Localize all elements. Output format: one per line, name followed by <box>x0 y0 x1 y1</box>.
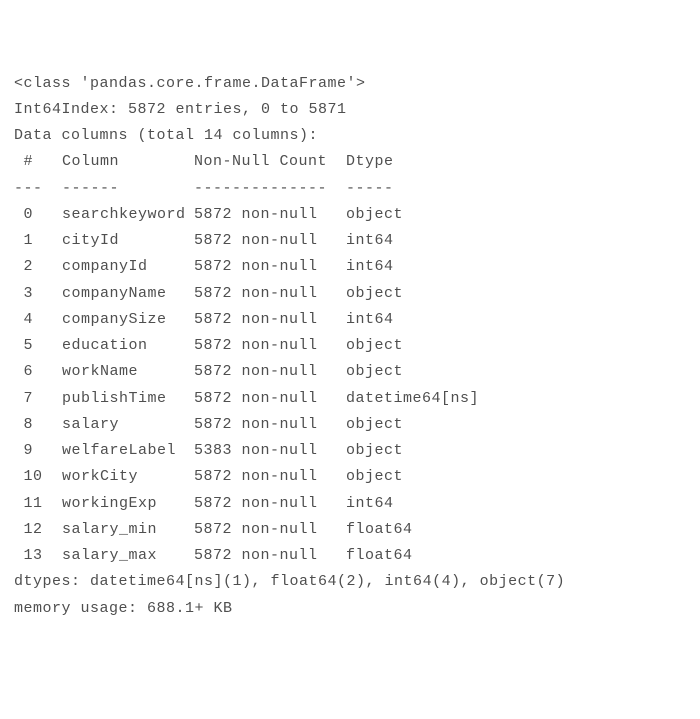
cell-idx: 7 <box>14 386 62 412</box>
cell-dt: object <box>346 359 403 385</box>
cell-col: welfareLabel <box>62 438 194 464</box>
cell-nn: 5872 non-null <box>194 386 346 412</box>
cell-idx: 5 <box>14 333 62 359</box>
column-rule-row: ---------------------------- <box>14 176 686 202</box>
table-row: 8 salary5872 non-nullobject <box>14 412 686 438</box>
cell-col: workCity <box>62 464 194 490</box>
cell-idx: 4 <box>14 307 62 333</box>
dtypes-line: dtypes: datetime64[ns](1), float64(2), i… <box>14 569 686 595</box>
cell-nn: 5872 non-null <box>194 412 346 438</box>
table-row: 6 workName5872 non-nullobject <box>14 359 686 385</box>
cell-dt: int64 <box>346 228 394 254</box>
cell-dt: int64 <box>346 254 394 280</box>
cell-idx: 1 <box>14 228 62 254</box>
cell-dt: object <box>346 281 403 307</box>
cell-nn: 5872 non-null <box>194 517 346 543</box>
cell-dt: int64 <box>346 491 394 517</box>
cell-dt: object <box>346 412 403 438</box>
cell-idx: 12 <box>14 517 62 543</box>
columns-line: Data columns (total 14 columns): <box>14 123 686 149</box>
rule-col: ------ <box>62 176 194 202</box>
cell-col: companyName <box>62 281 194 307</box>
cell-col: workingExp <box>62 491 194 517</box>
header-nn: Non-Null Count <box>194 149 346 175</box>
cell-dt: datetime64[ns] <box>346 386 479 412</box>
cell-nn: 5872 non-null <box>194 359 346 385</box>
cell-idx: 11 <box>14 491 62 517</box>
cell-idx: 0 <box>14 202 62 228</box>
cell-nn: 5872 non-null <box>194 333 346 359</box>
cell-dt: object <box>346 464 403 490</box>
cell-col: salary_min <box>62 517 194 543</box>
cell-col: salary <box>62 412 194 438</box>
cell-nn: 5872 non-null <box>194 464 346 490</box>
cell-col: workName <box>62 359 194 385</box>
cell-idx: 8 <box>14 412 62 438</box>
table-row: 10workCity5872 non-nullobject <box>14 464 686 490</box>
table-row: 11workingExp5872 non-nullint64 <box>14 491 686 517</box>
table-row: 5 education5872 non-nullobject <box>14 333 686 359</box>
cell-col: cityId <box>62 228 194 254</box>
cell-idx: 6 <box>14 359 62 385</box>
cell-col: education <box>62 333 194 359</box>
header-idx: # <box>14 149 62 175</box>
cell-dt: int64 <box>346 307 394 333</box>
table-row: 0 searchkeyword5872 non-nullobject <box>14 202 686 228</box>
memory-line: memory usage: 688.1+ KB <box>14 596 686 622</box>
cell-idx: 3 <box>14 281 62 307</box>
cell-col: companyId <box>62 254 194 280</box>
table-row: 9 welfareLabel5383 non-nullobject <box>14 438 686 464</box>
cell-dt: object <box>346 333 403 359</box>
cell-dt: float64 <box>346 543 413 569</box>
cell-nn: 5872 non-null <box>194 543 346 569</box>
table-row: 4 companySize5872 non-nullint64 <box>14 307 686 333</box>
cell-idx: 9 <box>14 438 62 464</box>
cell-nn: 5872 non-null <box>194 202 346 228</box>
rule-nn: -------------- <box>194 176 346 202</box>
cell-col: salary_max <box>62 543 194 569</box>
cell-nn: 5872 non-null <box>194 491 346 517</box>
table-row: 3 companyName5872 non-nullobject <box>14 281 686 307</box>
table-row: 13salary_max5872 non-nullfloat64 <box>14 543 686 569</box>
table-row: 1 cityId5872 non-nullint64 <box>14 228 686 254</box>
df-info-output: <class 'pandas.core.frame.DataFrame'>Int… <box>14 71 686 622</box>
rule-dt: ----- <box>346 176 394 202</box>
table-row: 2 companyId5872 non-nullint64 <box>14 254 686 280</box>
rule-idx: --- <box>14 176 62 202</box>
cell-nn: 5872 non-null <box>194 254 346 280</box>
cell-idx: 10 <box>14 464 62 490</box>
header-dt: Dtype <box>346 149 394 175</box>
header-col: Column <box>62 149 194 175</box>
cell-nn: 5872 non-null <box>194 307 346 333</box>
cell-idx: 2 <box>14 254 62 280</box>
cell-nn: 5383 non-null <box>194 438 346 464</box>
cell-idx: 13 <box>14 543 62 569</box>
cell-nn: 5872 non-null <box>194 281 346 307</box>
cell-dt: object <box>346 438 403 464</box>
cell-nn: 5872 non-null <box>194 228 346 254</box>
index-line: Int64Index: 5872 entries, 0 to 5871 <box>14 97 686 123</box>
table-row: 7 publishTime5872 non-nulldatetime64[ns] <box>14 386 686 412</box>
table-row: 12salary_min5872 non-nullfloat64 <box>14 517 686 543</box>
class-line: <class 'pandas.core.frame.DataFrame'> <box>14 71 686 97</box>
cell-col: companySize <box>62 307 194 333</box>
cell-col: searchkeyword <box>62 202 194 228</box>
cell-col: publishTime <box>62 386 194 412</box>
cell-dt: object <box>346 202 403 228</box>
cell-dt: float64 <box>346 517 413 543</box>
column-header-row: # ColumnNon-Null CountDtype <box>14 149 686 175</box>
